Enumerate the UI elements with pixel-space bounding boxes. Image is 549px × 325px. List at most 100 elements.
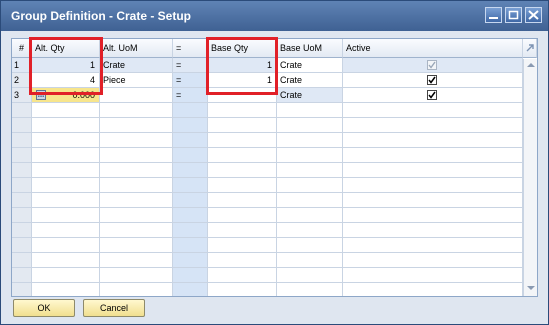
empty-cell	[100, 283, 173, 296]
alt-uom-cell[interactable]	[100, 88, 173, 103]
empty-cell	[12, 283, 32, 296]
empty-cell	[100, 238, 173, 253]
row-number[interactable]: 1	[12, 58, 32, 73]
close-icon	[528, 10, 539, 20]
base-uom-cell[interactable]: Crate	[277, 88, 343, 103]
vertical-scrollbar[interactable]	[523, 59, 537, 296]
empty-cell	[32, 118, 100, 133]
empty-cell	[173, 118, 208, 133]
column-header-active[interactable]: Active	[343, 39, 523, 58]
empty-cell	[32, 133, 100, 148]
minimize-button[interactable]	[485, 7, 502, 23]
equals-cell: =	[173, 88, 208, 103]
empty-cell	[173, 178, 208, 193]
empty-cell	[343, 238, 523, 253]
empty-cell	[277, 133, 343, 148]
scroll-up-icon[interactable]	[525, 61, 537, 69]
empty-cell	[277, 103, 343, 118]
expand-grid-button[interactable]	[523, 39, 537, 58]
empty-cell	[208, 253, 277, 268]
empty-cell	[32, 238, 100, 253]
row-number[interactable]: 2	[12, 73, 32, 88]
empty-cell	[100, 193, 173, 208]
active-cell	[343, 73, 523, 88]
empty-cell	[12, 268, 32, 283]
empty-cell	[208, 148, 277, 163]
column-header-base-qty[interactable]: Base Qty	[208, 39, 277, 58]
column-header-alt-uom[interactable]: Alt. UoM	[100, 39, 173, 58]
empty-cell	[173, 283, 208, 296]
empty-cell	[343, 253, 523, 268]
empty-cell	[100, 223, 173, 238]
empty-cell	[100, 148, 173, 163]
empty-cell	[12, 148, 32, 163]
empty-cell	[12, 118, 32, 133]
close-button[interactable]	[525, 7, 542, 23]
base-qty-cell[interactable]: 1	[208, 58, 277, 73]
empty-cell	[32, 148, 100, 163]
cancel-button-label: Cancel	[99, 303, 128, 313]
maximize-icon	[508, 10, 519, 20]
empty-cell	[32, 103, 100, 118]
empty-cell	[32, 208, 100, 223]
empty-cell	[343, 133, 523, 148]
base-qty-cell[interactable]: 1	[208, 73, 277, 88]
column-header-equals[interactable]: =	[173, 39, 208, 58]
empty-cell	[173, 133, 208, 148]
empty-cell	[277, 253, 343, 268]
empty-cell	[343, 208, 523, 223]
empty-cell	[32, 193, 100, 208]
empty-cell	[12, 238, 32, 253]
checkmark-icon	[428, 61, 436, 69]
empty-cell	[12, 208, 32, 223]
base-uom-cell[interactable]: Crate	[277, 58, 343, 73]
calculator-icon[interactable]	[36, 90, 46, 100]
column-header-row-number[interactable]: #	[12, 39, 32, 58]
empty-cell	[12, 103, 32, 118]
uom-grid: # Alt. Qty Alt. UoM = Base Qty Base UoM …	[11, 38, 538, 297]
scroll-down-icon[interactable]	[525, 284, 537, 292]
active-checkbox[interactable]	[427, 75, 437, 85]
empty-cell	[208, 103, 277, 118]
base-uom-cell[interactable]: Crate	[277, 73, 343, 88]
title-bar: Group Definition - Crate - Setup	[1, 1, 548, 31]
window-title: Group Definition - Crate - Setup	[11, 9, 191, 23]
alt-uom-cell[interactable]: Piece	[100, 73, 173, 88]
empty-cell	[12, 178, 32, 193]
empty-cell	[343, 148, 523, 163]
empty-cell	[208, 283, 277, 296]
active-checkbox[interactable]	[427, 90, 437, 100]
empty-cell	[277, 223, 343, 238]
empty-cell	[100, 103, 173, 118]
ok-button[interactable]: OK	[13, 299, 75, 317]
checkmark-icon	[428, 76, 436, 84]
active-checkbox[interactable]	[427, 60, 437, 70]
empty-cell	[32, 178, 100, 193]
empty-cell	[100, 133, 173, 148]
maximize-button[interactable]	[505, 7, 522, 23]
empty-cell	[343, 283, 523, 296]
empty-cell	[343, 163, 523, 178]
empty-cell	[32, 268, 100, 283]
alt-qty-cell[interactable]: 1	[32, 58, 100, 73]
empty-cell	[12, 223, 32, 238]
equals-cell: =	[173, 58, 208, 73]
checkmark-icon	[428, 91, 436, 99]
column-header-base-uom[interactable]: Base UoM	[277, 39, 343, 58]
empty-cell	[277, 268, 343, 283]
empty-cell	[173, 103, 208, 118]
row-number[interactable]: 3	[12, 88, 32, 103]
empty-cell	[32, 283, 100, 296]
empty-cell	[100, 268, 173, 283]
empty-cell	[343, 103, 523, 118]
empty-cell	[343, 268, 523, 283]
expand-arrow-icon	[526, 44, 534, 52]
empty-cell	[208, 193, 277, 208]
alt-uom-cell[interactable]: Crate	[100, 58, 173, 73]
base-qty-cell[interactable]	[208, 88, 277, 103]
column-header-alt-qty[interactable]: Alt. Qty	[32, 39, 100, 58]
alt-qty-cell[interactable]: 4	[32, 73, 100, 88]
empty-cell	[173, 268, 208, 283]
cancel-button[interactable]: Cancel	[83, 299, 145, 317]
empty-cell	[208, 133, 277, 148]
